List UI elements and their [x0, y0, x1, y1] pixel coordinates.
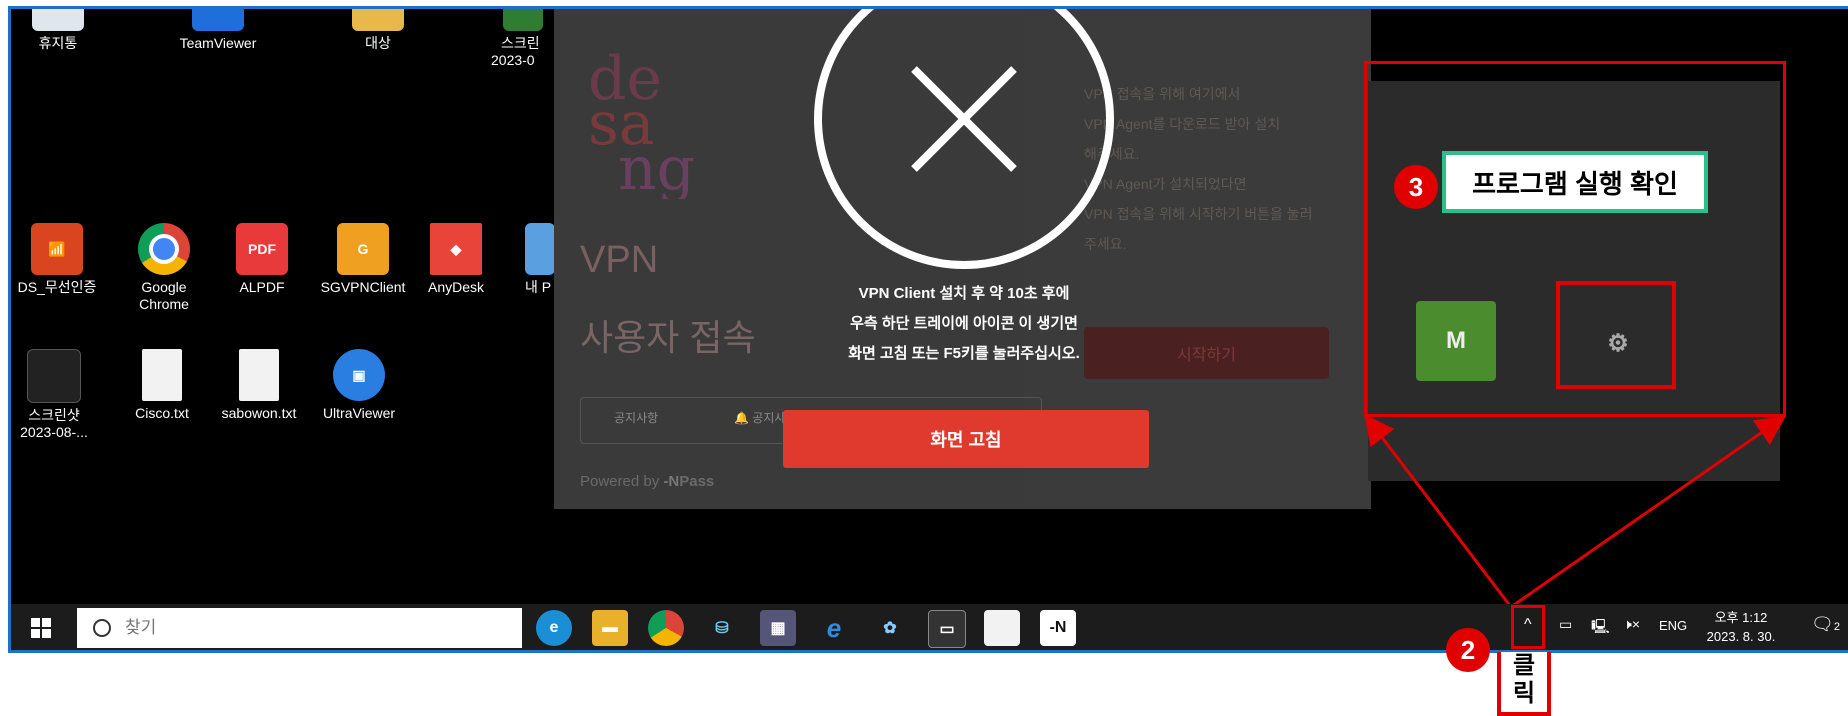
image-viewer-icon[interactable]: ▦	[760, 610, 796, 646]
windows-start-icon[interactable]	[31, 618, 51, 638]
screen-frame: 휴지통 TeamViewer 대상 스크린 2023-0 📶 DS_무선인증 G…	[8, 6, 1848, 653]
taskbar-search[interactable]	[77, 608, 522, 648]
step-2-label: 클릭	[1512, 652, 1536, 707]
volume-muted-icon[interactable]: 🕨×	[1623, 616, 1640, 633]
terminal-icon[interactable]: ▭	[928, 610, 966, 648]
clock-time: 오후 1:12	[1714, 610, 1768, 625]
chevron-highlight	[1511, 605, 1545, 649]
paint-icon[interactable]: ✿	[872, 610, 908, 646]
chrome-taskbar-icon[interactable]	[648, 610, 684, 646]
edge-icon[interactable]: e	[536, 610, 572, 646]
search-icon	[93, 619, 111, 637]
step-2-label-box: 클릭	[1497, 652, 1551, 716]
file-explorer-icon[interactable]: ▬	[592, 610, 628, 646]
taskbar: e ▬ ⛁ ▦ e ✿ ▭ -N ^ ▭ 🖳 🕨× ENG 오후 1:12 20…	[11, 604, 1848, 650]
network-icon[interactable]: 🖳	[1591, 616, 1610, 640]
notification-icon[interactable]: 🗨2	[1811, 614, 1840, 635]
search-input[interactable]	[123, 617, 507, 639]
npass-icon[interactable]: -N	[1040, 610, 1076, 646]
taskbar-clock[interactable]: 오후 1:12 2023. 8. 30.	[1701, 608, 1781, 646]
notepad-icon[interactable]	[984, 610, 1020, 646]
network-app-icon[interactable]: ⛁	[704, 610, 740, 646]
pointer-arrows	[1364, 414, 1786, 609]
notification-count: 2	[1833, 621, 1840, 633]
language-indicator[interactable]: ENG	[1659, 618, 1687, 633]
battery-icon[interactable]: ▭	[1559, 616, 1572, 633]
desktop: 휴지통 TeamViewer 대상 스크린 2023-0 📶 DS_무선인증 G…	[11, 9, 1848, 650]
internet-explorer-icon[interactable]: e	[816, 610, 852, 646]
clock-date: 2023. 8. 30.	[1706, 629, 1776, 644]
step-2-badge: 2	[1446, 628, 1490, 672]
